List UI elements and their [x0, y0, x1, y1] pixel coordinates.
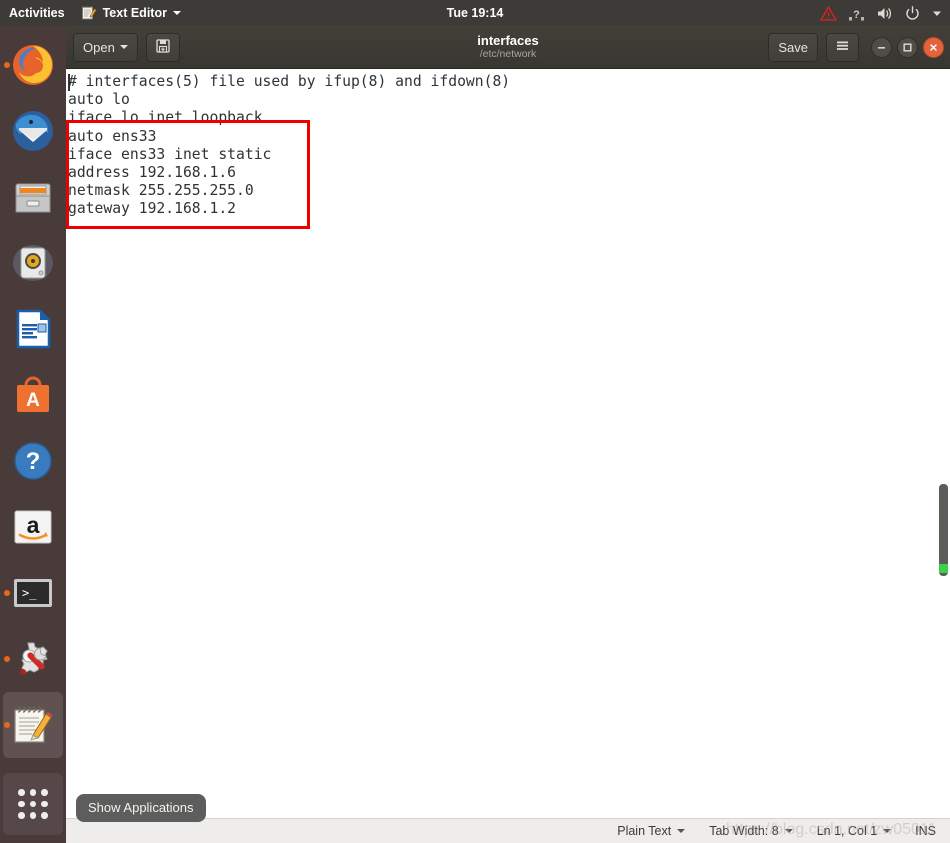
svg-text:?: ? [26, 448, 41, 475]
settings-wrench-gear-icon [10, 636, 56, 682]
text-editor-icon [81, 5, 97, 21]
dock-item-text-editor[interactable] [3, 692, 63, 758]
insert-mode-indicator: INS [915, 824, 936, 838]
chevron-down-icon [883, 829, 892, 833]
dock-item-terminal[interactable]: >_ [3, 560, 63, 626]
minimize-button[interactable] [871, 36, 892, 58]
language-selector[interactable]: Plain Text [617, 824, 686, 838]
app-menu-label: Text Editor [102, 6, 167, 20]
grid-nine-dots-icon [18, 789, 48, 819]
firefox-icon [10, 42, 56, 88]
maximize-icon [903, 42, 912, 52]
language-label: Plain Text [617, 824, 672, 838]
thunderbird-icon [10, 108, 56, 154]
text-view-area[interactable]: # interfaces(5) file used by ifup(8) and… [66, 69, 950, 818]
open-button[interactable]: Open [73, 32, 138, 62]
open-button-label: Open [83, 39, 115, 55]
hamburger-menu-button[interactable] [826, 32, 859, 62]
libreoffice-writer-icon [10, 306, 56, 352]
dock-item-help[interactable]: ? [3, 428, 63, 494]
tab-width-selector[interactable]: Tab Width: 8 [709, 824, 793, 838]
ubuntu-dock: A ? a >_ [0, 26, 66, 843]
header-right-controls: Save [768, 32, 944, 62]
terminal-icon: >_ [10, 570, 56, 616]
dock-item-ubuntu-software[interactable]: A [3, 362, 63, 428]
svg-text:A: A [26, 390, 40, 411]
svg-text:?: ? [853, 9, 860, 21]
close-button[interactable] [923, 36, 944, 58]
window-header-bar: Open interfaces /etc/network Save [66, 26, 950, 69]
show-applications-button[interactable] [3, 773, 63, 835]
minimize-icon [878, 46, 885, 49]
dock-item-libreoffice-writer[interactable] [3, 296, 63, 362]
help-icon: ? [10, 438, 56, 484]
gnome-top-bar: Activities Text Editor Tue 19:14 ? [0, 0, 950, 26]
hamburger-menu-icon [835, 38, 850, 56]
show-applications-tooltip: Show Applications [76, 794, 206, 822]
amazon-icon: a [10, 504, 56, 550]
files-icon [10, 174, 56, 220]
system-tray: ? [820, 0, 942, 26]
window-controls [871, 36, 944, 58]
chevron-down-icon [784, 829, 793, 833]
save-as-icon [155, 38, 171, 57]
save-as-button[interactable] [145, 32, 180, 62]
dock-item-rhythmbox[interactable] [3, 230, 63, 296]
desktop-screen: Activities Text Editor Tue 19:14 ? A ? a… [0, 0, 950, 843]
tab-width-label: Tab Width: 8 [709, 824, 779, 838]
warning-triangle-icon[interactable] [820, 5, 837, 22]
chevron-down-icon[interactable] [932, 5, 942, 22]
rhythmbox-icon [10, 240, 56, 286]
ubuntu-software-icon: A [10, 372, 56, 418]
dock-item-files[interactable] [3, 164, 63, 230]
scrollbar-position-marker [939, 564, 948, 573]
text-editor-icon [10, 702, 56, 748]
close-icon [930, 43, 937, 51]
document-text[interactable]: # interfaces(5) file used by ifup(8) and… [66, 69, 510, 219]
text-editor-window: Open interfaces /etc/network Save # inte… [66, 26, 950, 843]
dock-item-firefox[interactable] [3, 32, 63, 98]
volume-icon[interactable] [876, 5, 893, 22]
activities-button[interactable]: Activities [0, 0, 75, 26]
maximize-button[interactable] [897, 36, 918, 58]
save-button-label: Save [778, 39, 808, 55]
network-unknown-icon[interactable]: ? [848, 5, 865, 22]
app-menu[interactable]: Text Editor [75, 5, 187, 21]
chevron-down-icon [172, 11, 181, 15]
svg-text:>_: >_ [22, 586, 37, 600]
chevron-down-icon [677, 829, 686, 833]
chevron-down-icon [119, 45, 128, 49]
vertical-scrollbar[interactable] [937, 69, 950, 818]
save-button[interactable]: Save [768, 32, 818, 62]
svg-text:a: a [27, 512, 40, 538]
scrollbar-thumb[interactable] [939, 484, 948, 576]
dock-item-thunderbird[interactable] [3, 98, 63, 164]
cursor-position-selector[interactable]: Ln 1, Col 1 [816, 824, 892, 838]
cursor-position-label: Ln 1, Col 1 [816, 824, 878, 838]
dock-item-amazon[interactable]: a [3, 494, 63, 560]
power-icon[interactable] [904, 5, 921, 22]
dock-item-settings[interactable] [3, 626, 63, 692]
